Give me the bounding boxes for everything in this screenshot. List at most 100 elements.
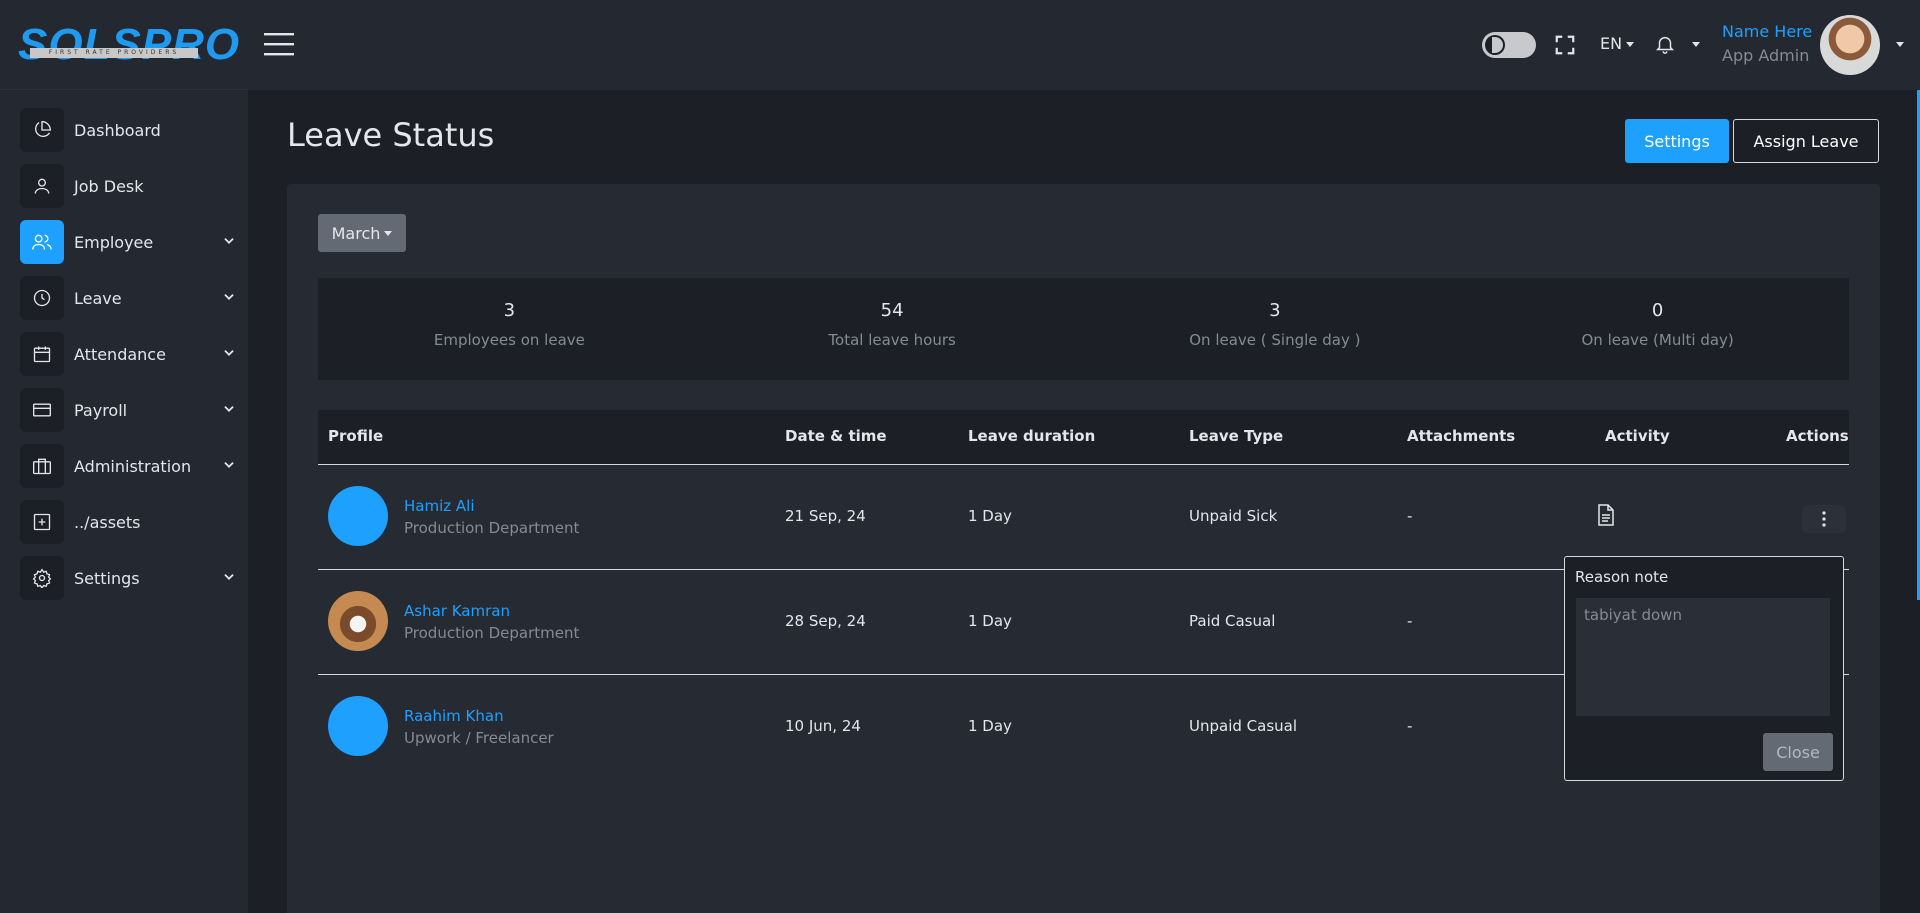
user-role: App Admin — [1722, 46, 1810, 65]
leave-duration: 1 Day — [968, 612, 1012, 630]
chevron-down-icon — [224, 238, 234, 244]
sidebar-item-label: Settings — [74, 568, 140, 588]
avatar — [328, 486, 388, 546]
month-dropdown[interactable]: March — [318, 214, 406, 252]
credit-card-icon — [20, 388, 64, 432]
popover-title: Reason note — [1575, 568, 1669, 586]
sidebar: SOLSPRO FIRST RATE PROVIDERS Dashboard J… — [0, 0, 248, 913]
bell-icon[interactable] — [1654, 32, 1676, 56]
chevron-down-icon — [224, 462, 234, 468]
leave-date: 28 Sep, 24 — [785, 612, 866, 630]
employee-name-link[interactable]: Hamiz Ali — [404, 497, 475, 515]
employee-name-link[interactable]: Raahim Khan — [404, 707, 504, 725]
logo-tagline: FIRST RATE PROVIDERS — [30, 48, 198, 58]
column-header-actions: Actions — [1786, 427, 1849, 445]
sidebar-item-label: Employee — [74, 232, 154, 252]
employee-department: Upwork / Freelancer — [404, 729, 554, 747]
chevron-down-icon — [224, 350, 234, 356]
leave-summary: 3 Employees on leave 54 Total leave hour… — [318, 278, 1849, 380]
sidebar-item-assets[interactable]: ../assets — [20, 500, 236, 544]
stat-multi-day: 0 On leave (Multi day) — [1466, 278, 1849, 380]
leave-date: 21 Sep, 24 — [785, 507, 866, 525]
caret-down-icon — [384, 230, 393, 236]
leave-duration: 1 Day — [968, 717, 1012, 735]
page-title: Leave Status — [287, 116, 495, 154]
language-selector[interactable]: EN — [1600, 34, 1635, 53]
caret-down-icon[interactable] — [1896, 42, 1904, 47]
sidebar-item-employee[interactable]: Employee — [20, 220, 236, 264]
theme-toggle[interactable] — [1482, 32, 1536, 58]
brand-logo[interactable]: SOLSPRO FIRST RATE PROVIDERS — [0, 0, 248, 90]
sidebar-item-label: Attendance — [74, 344, 166, 364]
assign-leave-button[interactable]: Assign Leave — [1733, 119, 1879, 163]
chevron-down-icon — [224, 574, 234, 580]
sidebar-item-label: Dashboard — [74, 120, 161, 140]
close-button[interactable]: Close — [1763, 733, 1833, 771]
leave-duration: 1 Day — [968, 507, 1012, 525]
stat-label: On leave (Multi day) — [1581, 331, 1734, 349]
column-header-attachments: Attachments — [1407, 427, 1516, 445]
language-label: EN — [1600, 34, 1623, 53]
stat-single-day: 3 On leave ( Single day ) — [1084, 278, 1467, 380]
sidebar-nav: Dashboard Job Desk Employee Leave Attend… — [0, 90, 248, 600]
column-header-duration: Leave duration — [968, 427, 1096, 445]
column-header-activity: Activity — [1605, 427, 1670, 445]
hamburger-menu-icon[interactable] — [264, 31, 294, 57]
fullscreen-icon[interactable] — [1554, 34, 1576, 56]
column-header-profile: Profile — [328, 427, 384, 445]
stat-label: On leave ( Single day ) — [1189, 331, 1361, 349]
reason-note-popover: Reason note tabiyat down Close — [1564, 556, 1844, 781]
stat-value: 54 — [880, 300, 904, 321]
sidebar-item-administration[interactable]: Administration — [20, 444, 236, 488]
stat-value: 0 — [1651, 300, 1664, 321]
avatar — [328, 591, 388, 651]
kebab-menu-icon — [1822, 511, 1826, 527]
sidebar-item-settings[interactable]: Settings — [20, 556, 236, 600]
employee-department: Production Department — [404, 519, 580, 537]
gear-icon — [20, 556, 64, 600]
user-icon — [20, 164, 64, 208]
stat-label: Employees on leave — [433, 331, 585, 349]
user-name[interactable]: Name Here — [1722, 22, 1812, 41]
attachments-value: - — [1407, 612, 1413, 630]
document-icon[interactable] — [1596, 503, 1616, 527]
employee-name-link[interactable]: Ashar Kamran — [404, 602, 510, 620]
sidebar-item-label: Job Desk — [74, 176, 144, 196]
sidebar-item-dashboard[interactable]: Dashboard — [20, 108, 236, 152]
users-icon — [20, 220, 64, 264]
clock-icon — [20, 276, 64, 320]
stat-total-leave-hours: 54 Total leave hours — [701, 278, 1084, 380]
leave-type: Paid Casual — [1189, 612, 1276, 630]
top-header: EN Name Here App Admin — [248, 0, 1920, 90]
stat-value: 3 — [1269, 300, 1281, 321]
table-row: Hamiz Ali Production Department 21 Sep, … — [318, 465, 1849, 570]
table-header: Profile Date & time Leave duration Leave… — [318, 410, 1849, 465]
pie-chart-icon — [20, 108, 64, 152]
chevron-down-icon — [224, 294, 234, 300]
attachments-value: - — [1407, 507, 1413, 525]
avatar[interactable] — [1820, 15, 1880, 75]
sidebar-item-job-desk[interactable]: Job Desk — [20, 164, 236, 208]
plus-square-icon — [20, 500, 64, 544]
sidebar-item-attendance[interactable]: Attendance — [20, 332, 236, 376]
stat-value: 3 — [503, 300, 516, 321]
sidebar-item-payroll[interactable]: Payroll — [20, 388, 236, 432]
briefcase-icon — [20, 444, 64, 488]
leave-status-card: March 3 Employees on leave 54 Total leav… — [287, 184, 1880, 913]
employee-department: Production Department — [404, 624, 580, 642]
column-header-type: Leave Type — [1189, 427, 1284, 445]
caret-down-icon — [1626, 42, 1635, 47]
actions-menu-button[interactable] — [1802, 505, 1846, 533]
leave-date: 10 Jun, 24 — [785, 717, 861, 735]
reason-note-textarea[interactable]: tabiyat down — [1575, 597, 1831, 717]
calendar-icon — [20, 332, 64, 376]
leave-type: Unpaid Casual — [1189, 717, 1298, 735]
sidebar-item-leave[interactable]: Leave — [20, 276, 236, 320]
sidebar-item-label: Leave — [74, 288, 122, 308]
settings-button[interactable]: Settings — [1625, 119, 1729, 163]
stat-label: Total leave hours — [828, 331, 956, 349]
logo-text: SOLSPRO — [18, 19, 241, 69]
stat-employees-on-leave: 3 Employees on leave — [318, 278, 701, 380]
sidebar-item-label: Payroll — [74, 400, 128, 420]
caret-down-icon[interactable] — [1692, 42, 1700, 47]
